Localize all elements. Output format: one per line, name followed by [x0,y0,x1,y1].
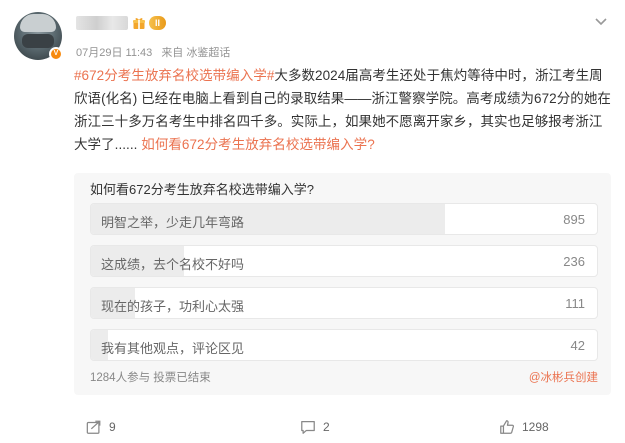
poll-option-label: 我有其他观点，评论区见 [101,341,245,356]
share-count: 9 [109,420,116,434]
poll-option-label: 这成绩，去个名校不好吗 [101,257,245,272]
poll-footer: 1284人参与 投票已结束 [90,372,211,384]
gift-icon [133,18,145,29]
poll-option-count: 236 [563,254,585,269]
poll-option-count: 111 [565,296,585,311]
verified-badge-icon: V [49,47,63,61]
share-button[interactable]: 9 [86,418,116,436]
poll-option-label: 现在的孩子，功利心太强 [101,299,245,314]
topic-link[interactable]: 如何看672分考生放弃名校选带编入学? [141,137,374,152]
avatar-mask [22,34,54,48]
thumbs-up-icon [500,420,515,434]
poll-option-label: 明智之举，少走几年弯路 [101,215,245,230]
post-source[interactable]: 来自 冰鉴超话 [161,47,230,59]
user-badges: II [132,15,167,31]
post-body: #672分考生放弃名校选带编入学#大多数2024届高考生还处于焦灼等待中时，浙江… [74,64,614,156]
comment-count: 2 [323,420,330,434]
action-bar: 9 2 1298 [0,408,625,443]
username-redacted[interactable] [76,16,128,30]
poll-creator-name[interactable]: @冰彬兵创建 [529,372,598,384]
comment-icon [301,421,315,434]
poll-creator[interactable]: @冰彬兵创建 [529,369,598,385]
poll-option[interactable]: 明智之举，少走几年弯路 895 [90,203,598,235]
post-meta: 07月29日 11:43 来自 冰鉴超话 [76,44,236,60]
hashtag-link[interactable]: #672分考生放弃名校选带编入学# [74,68,274,83]
poll-question: 如何看672分考生放弃名校选带编入学? [90,182,314,197]
level-badge: II [149,16,167,30]
post-date[interactable]: 07月29日 11:43 [76,47,152,59]
poll-option[interactable]: 现在的孩子，功利心太强 111 [90,287,598,319]
poll-option[interactable]: 我有其他观点，评论区见 42 [90,329,598,361]
avatar-hair [20,14,56,32]
post-header: V II 07月29日 11:43 来自 冰鉴超话 [14,12,611,62]
poll-option-count: 895 [563,212,585,227]
chevron-down-icon[interactable] [593,16,609,28]
like-button[interactable]: 1298 [499,418,549,436]
like-count: 1298 [522,420,549,434]
poll-option[interactable]: 这成绩，去个名校不好吗 236 [90,245,598,277]
poll-card: 如何看672分考生放弃名校选带编入学? 明智之举，少走几年弯路 895 这成绩，… [74,173,611,395]
poll-option-count: 42 [570,338,585,353]
comment-button[interactable]: 2 [300,418,330,436]
share-icon [86,420,101,434]
